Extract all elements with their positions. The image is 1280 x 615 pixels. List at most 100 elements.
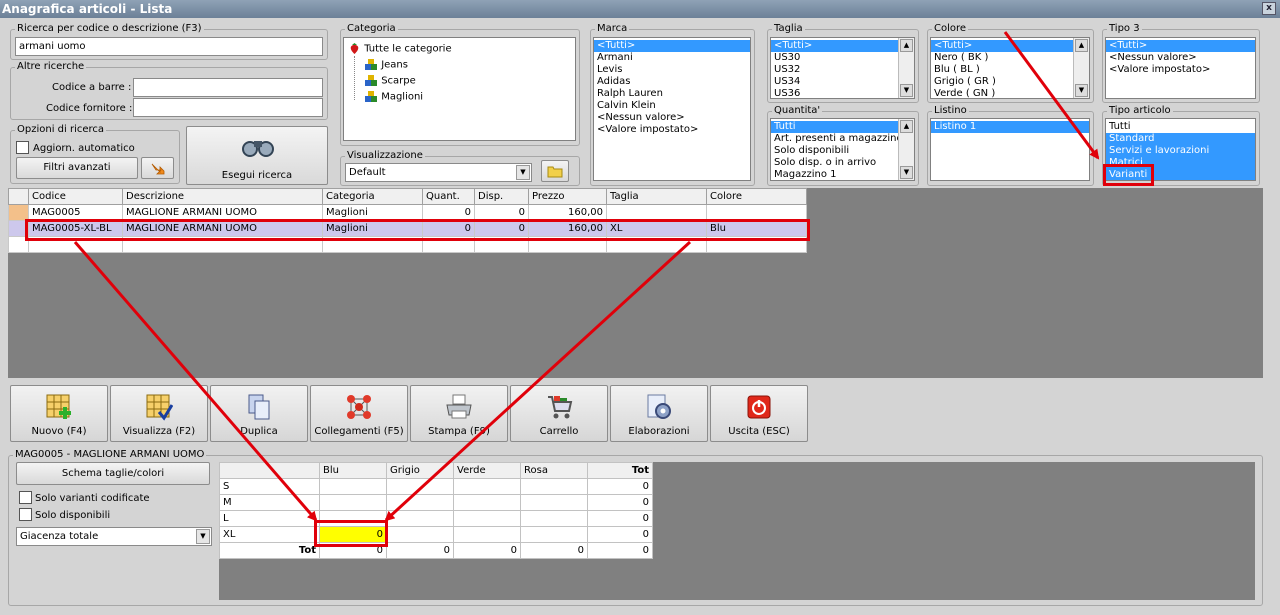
category-item-scarpe[interactable]: Scarpe [364, 74, 416, 87]
column-header[interactable]: Quant. [422, 188, 475, 205]
qty-cell[interactable] [386, 526, 454, 543]
qty-cell[interactable] [520, 494, 588, 511]
item-type-item[interactable]: Tutti [1106, 121, 1255, 133]
qty-cell[interactable] [453, 510, 521, 527]
filter-arrow-button[interactable] [141, 157, 174, 179]
size-color-schema-button[interactable]: Schema taglie/colori [16, 462, 210, 485]
chevron-down-icon[interactable]: ▼ [196, 529, 210, 544]
category-item-maglioni[interactable]: Maglioni [364, 90, 423, 103]
brand-item[interactable]: Armani [594, 52, 750, 64]
open-folder-button[interactable] [541, 160, 569, 182]
size-scrollbar[interactable]: ▲ ▼ [898, 38, 914, 98]
color-item[interactable]: <Tutti> [931, 40, 1089, 52]
type3-item[interactable]: <Valore impostato> [1106, 64, 1255, 76]
type3-list[interactable]: <Tutti> <Nessun valore> <Valore impostat… [1105, 37, 1256, 99]
size-item[interactable]: US36 [771, 88, 914, 98]
qty-cell[interactable] [520, 510, 588, 527]
category-root[interactable]: Tutte le categorie [348, 42, 452, 55]
pricelist-item[interactable]: Listino 1 [931, 121, 1089, 133]
brand-item[interactable]: Adidas [594, 76, 750, 88]
qty-cell[interactable] [319, 510, 387, 527]
category-tree[interactable]: Tutte le categorie Jeans Scarpe Maglioni [343, 37, 576, 141]
column-header[interactable]: Prezzo [528, 188, 607, 205]
quantity-item[interactable]: Solo disp. o in arrivo [771, 157, 914, 169]
color-item[interactable]: Nero ( BK ) [931, 52, 1089, 64]
stock-select[interactable]: Giacenza totale ▼ [16, 527, 212, 546]
column-header[interactable]: Disp. [474, 188, 529, 205]
quantity-item[interactable]: Tutti [771, 121, 914, 133]
item-type-item[interactable]: Varianti [1106, 169, 1255, 180]
scroll-up-icon[interactable]: ▲ [900, 39, 913, 52]
size-item[interactable]: US30 [771, 52, 914, 64]
item-type-item[interactable]: Matrici [1106, 157, 1255, 169]
scroll-down-icon[interactable]: ▼ [1075, 84, 1088, 97]
color-scrollbar[interactable]: ▲ ▼ [1073, 38, 1089, 98]
search-input[interactable]: armani uomo [15, 37, 323, 56]
item-type-item[interactable]: Standard [1106, 133, 1255, 145]
links-button[interactable]: Collegamenti (F5) [310, 385, 408, 442]
table-row[interactable]: MAG0005-XL-BL MAGLIONE ARMANI UOMO Magli… [8, 220, 807, 237]
size-list[interactable]: <Tutti> US30 US32 US34 US36 ▲ ▼ [770, 37, 915, 99]
quantity-item[interactable]: Solo disponibili [771, 145, 914, 157]
cart-button[interactable]: Carrello [510, 385, 608, 442]
qty-cell[interactable] [453, 526, 521, 543]
auto-update-checkbox[interactable] [16, 141, 29, 154]
table-row[interactable]: MAG0005 MAGLIONE ARMANI UOMO Maglioni 0 … [8, 204, 807, 221]
qty-cell[interactable] [453, 494, 521, 511]
category-item-jeans[interactable]: Jeans [364, 58, 408, 71]
item-type-list[interactable]: Tutti Standard Servizi e lavorazioni Mat… [1105, 118, 1256, 181]
quantity-item[interactable]: Art. presenti a magazzino [771, 133, 914, 145]
only-coded-variants-checkbox[interactable] [19, 491, 32, 504]
size-color-grid[interactable]: Blu Grigio Verde Rosa Tot S 0 M 0 L 0 XL… [219, 462, 1255, 600]
brand-item[interactable]: <Nessun valore> [594, 112, 750, 124]
size-item[interactable]: US34 [771, 76, 914, 88]
duplicate-button[interactable]: Duplica [210, 385, 308, 442]
advanced-filters-button[interactable]: Filtri avanzati [16, 157, 138, 179]
brand-list[interactable]: <Tutti> Armani Levis Adidas Ralph Lauren… [593, 37, 751, 181]
quantity-scrollbar[interactable]: ▲ ▼ [898, 119, 914, 180]
exit-button[interactable]: Uscita (ESC) [710, 385, 808, 442]
quantity-list[interactable]: Tutti Art. presenti a magazzino Solo dis… [770, 118, 915, 181]
column-header[interactable]: Descrizione [122, 188, 323, 205]
color-item[interactable]: Verde ( GN ) [931, 88, 1089, 98]
barcode-input[interactable] [133, 78, 323, 97]
processing-button[interactable]: Elaborazioni [610, 385, 708, 442]
color-item[interactable]: Grigio ( GR ) [931, 76, 1089, 88]
item-type-item[interactable]: Servizi e lavorazioni [1106, 145, 1255, 157]
print-button[interactable]: Stampa (F9) [410, 385, 508, 442]
column-header[interactable]: Codice [28, 188, 123, 205]
only-available-checkbox[interactable] [19, 508, 32, 521]
brand-item[interactable]: Ralph Lauren [594, 88, 750, 100]
type3-item[interactable]: <Tutti> [1106, 40, 1255, 52]
chevron-down-icon[interactable]: ▼ [516, 165, 530, 180]
qty-cell[interactable] [520, 526, 588, 543]
qty-cell[interactable] [386, 494, 454, 511]
size-item[interactable]: US32 [771, 64, 914, 76]
qty-cell[interactable] [319, 494, 387, 511]
scroll-down-icon[interactable]: ▼ [900, 84, 913, 97]
qty-cell[interactable] [386, 510, 454, 527]
quantity-item[interactable]: Magazzino 1 [771, 169, 914, 180]
table-row-empty[interactable] [8, 236, 807, 253]
view-select[interactable]: Default ▼ [345, 163, 532, 182]
pricelist-list[interactable]: Listino 1 [930, 118, 1090, 181]
articles-grid[interactable]: Codice Descrizione Categoria Quant. Disp… [8, 188, 1263, 378]
qty-cell[interactable] [453, 478, 521, 495]
column-header[interactable]: Colore [706, 188, 807, 205]
close-button[interactable]: x [1262, 2, 1276, 15]
scroll-down-icon[interactable]: ▼ [900, 166, 913, 179]
brand-item[interactable]: <Valore impostato> [594, 124, 750, 136]
run-search-button[interactable]: Esegui ricerca [186, 126, 328, 185]
supplier-code-input[interactable] [133, 98, 323, 117]
qty-cell-highlighted[interactable]: 0 [319, 526, 387, 543]
column-header[interactable]: Taglia [606, 188, 707, 205]
view-button[interactable]: Visualizza (F2) [110, 385, 208, 442]
scroll-up-icon[interactable]: ▲ [1075, 39, 1088, 52]
color-list[interactable]: <Tutti> Nero ( BK ) Blu ( BL ) Grigio ( … [930, 37, 1090, 99]
brand-item[interactable]: <Tutti> [594, 40, 750, 52]
scroll-up-icon[interactable]: ▲ [900, 120, 913, 133]
new-button[interactable]: Nuovo (F4) [10, 385, 108, 442]
qty-cell[interactable] [520, 478, 588, 495]
brand-item[interactable]: Levis [594, 64, 750, 76]
type3-item[interactable]: <Nessun valore> [1106, 52, 1255, 64]
